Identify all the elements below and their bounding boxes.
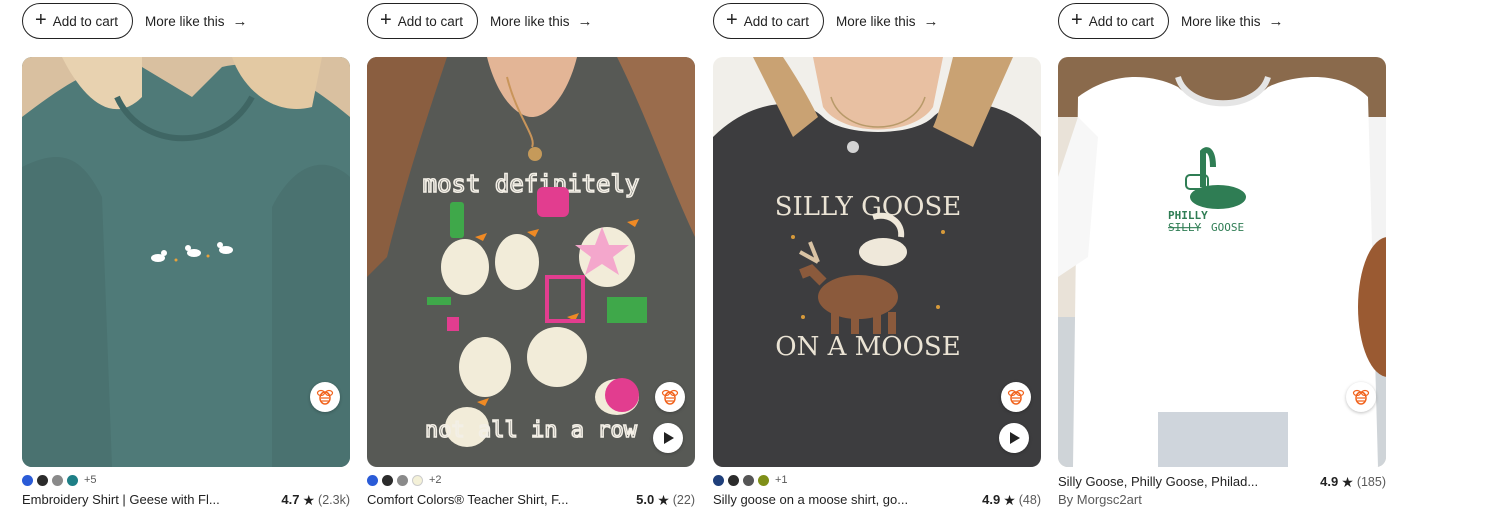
rating: 4.7 ★ (2.3k) (281, 492, 350, 508)
color-swatches: +1 (713, 474, 788, 486)
rating-value: 4.9 (982, 492, 1001, 507)
color-swatches: +5 (22, 474, 97, 486)
listing-card-3[interactable]: + Add to cart More like this → SILLY GOO… (713, 0, 1041, 508)
swatch[interactable] (37, 474, 48, 486)
listing-image[interactable] (22, 57, 350, 467)
play-video-button[interactable] (999, 423, 1029, 453)
listing-info: Embroidery Shirt | Geese with Fl... 4.7 … (22, 492, 350, 508)
swatch[interactable] (397, 474, 408, 486)
product-photo: SILLY GOOSE ON A MOOSE (713, 57, 1041, 467)
star-icon: ★ (302, 492, 316, 508)
shirt-text-bottom: ON A MOOSE (775, 332, 960, 362)
shirt-text-top: most definitely (423, 170, 640, 198)
review-count: (48) (1018, 493, 1041, 507)
listing-title[interactable]: Silly Goose, Philly Goose, Philad... (1058, 474, 1258, 490)
swatch[interactable] (52, 474, 63, 486)
rating: 4.9 ★ (185) (1320, 474, 1386, 490)
listing-card-2[interactable]: + Add to cart More like this → most defi… (367, 0, 695, 508)
rating: 4.9 ★ (48) (982, 492, 1041, 508)
more-like-this-link[interactable]: More like this → (1181, 13, 1284, 30)
listing-image[interactable]: most definitely not all in a row (367, 57, 695, 467)
add-to-cart-label: Add to cart (1088, 13, 1154, 29)
rating-value: 4.9 (1320, 474, 1339, 489)
play-icon (664, 432, 674, 444)
product-photo: most definitely not all in a row (367, 57, 695, 467)
listing-image[interactable]: PHILLY SILLY GOOSE (1058, 57, 1386, 467)
add-to-cart-button[interactable]: + Add to cart (713, 3, 824, 39)
plus-icon: + (1071, 9, 1083, 31)
add-to-cart-button[interactable]: + Add to cart (1058, 3, 1169, 39)
star-icon: ★ (657, 492, 670, 508)
arrow-right-icon: → (232, 12, 248, 30)
swatch[interactable] (412, 474, 423, 486)
arrow-right-icon: → (1268, 12, 1284, 30)
shirt-text-bottom: not all in a row (425, 418, 638, 443)
add-to-cart-button[interactable]: + Add to cart (22, 3, 133, 39)
swatch[interactable] (22, 474, 33, 486)
more-like-this-link[interactable]: More like this → (145, 13, 248, 30)
plus-icon: + (380, 9, 392, 31)
rating: 5.0 ★ (22) (636, 492, 695, 508)
etsy-star-seller-bee-icon (1346, 382, 1376, 412)
seller-name[interactable]: By Morgsc2art (1058, 492, 1142, 507)
arrow-right-icon: → (923, 12, 939, 30)
more-colors-count: +5 (84, 474, 97, 486)
listing-title[interactable]: Embroidery Shirt | Geese with Fl... (22, 492, 220, 508)
plus-icon: + (726, 9, 738, 31)
shirt-text-silly: SILLY (1168, 221, 1201, 234)
listing-card-4[interactable]: + Add to cart More like this → PHILLY SI… (1058, 0, 1386, 507)
card-actions: + Add to cart More like this → (22, 2, 248, 40)
more-like-this-label: More like this (835, 13, 916, 29)
add-to-cart-label: Add to cart (397, 13, 463, 29)
listing-info: Silly goose on a moose shirt, go... 4.9 … (713, 492, 1041, 508)
shirt-text-top: SILLY GOOSE (775, 192, 962, 222)
listing-card-1[interactable]: + Add to cart More like this → +5 Embroi… (22, 0, 350, 508)
more-like-this-link[interactable]: More like this → (490, 13, 593, 30)
more-like-this-link[interactable]: More like this → (836, 13, 939, 30)
listing-info: Silly Goose, Philly Goose, Philad... 4.9… (1058, 474, 1386, 490)
rating-value: 4.7 (281, 492, 300, 507)
swatch[interactable] (713, 474, 724, 486)
etsy-star-seller-bee-icon (310, 382, 340, 412)
swatch[interactable] (743, 474, 754, 486)
rating-value: 5.0 (636, 492, 655, 507)
product-photo: PHILLY SILLY GOOSE (1058, 57, 1386, 467)
color-swatches: +2 (367, 474, 442, 486)
add-to-cart-label: Add to cart (52, 13, 118, 29)
more-like-this-label: More like this (1180, 13, 1261, 29)
product-photo (22, 57, 350, 467)
review-count: (185) (1356, 475, 1386, 489)
more-colors-count: +1 (775, 474, 788, 486)
more-like-this-label: More like this (144, 13, 225, 29)
play-video-button[interactable] (653, 423, 683, 453)
card-actions: + Add to cart More like this → (367, 2, 593, 40)
listing-title[interactable]: Comfort Colors® Teacher Shirt, F... (367, 492, 569, 508)
review-count: (22) (672, 493, 695, 507)
more-like-this-label: More like this (489, 13, 570, 29)
listing-image[interactable]: SILLY GOOSE ON A MOOSE (713, 57, 1041, 467)
arrow-right-icon: → (577, 12, 593, 30)
etsy-star-seller-bee-icon (655, 382, 685, 412)
swatch[interactable] (758, 474, 769, 486)
swatch[interactable] (67, 474, 78, 486)
card-actions: + Add to cart More like this → (713, 2, 939, 40)
review-count: (2.3k) (318, 493, 350, 507)
star-icon: ★ (1003, 492, 1016, 508)
swatch[interactable] (382, 474, 393, 486)
add-to-cart-button[interactable]: + Add to cart (367, 3, 478, 39)
swatch[interactable] (728, 474, 739, 486)
shirt-text-goose: GOOSE (1211, 221, 1244, 234)
plus-icon: + (35, 9, 47, 31)
add-to-cart-label: Add to cart (743, 13, 809, 29)
listing-title[interactable]: Silly goose on a moose shirt, go... (713, 492, 908, 508)
more-colors-count: +2 (429, 474, 442, 486)
swatch[interactable] (367, 474, 378, 486)
star-icon: ★ (1341, 474, 1354, 490)
play-icon (1010, 432, 1020, 444)
card-actions: + Add to cart More like this → (1058, 2, 1284, 40)
listing-info: Comfort Colors® Teacher Shirt, F... 5.0 … (367, 492, 695, 508)
etsy-star-seller-bee-icon (1001, 382, 1031, 412)
